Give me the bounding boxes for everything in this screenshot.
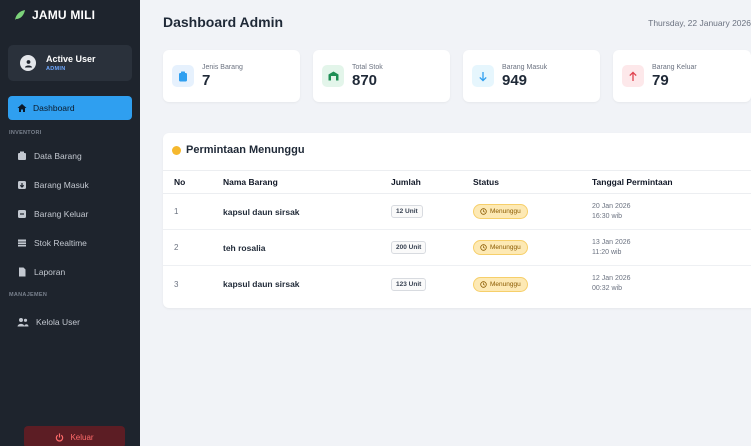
clock-icon xyxy=(480,280,487,288)
status-badge: Menunggu xyxy=(473,240,528,255)
stat-card-jenis-barang: Jenis Barang 7 xyxy=(163,50,300,102)
sidebar-item-label: Kelola User xyxy=(36,317,80,327)
row-no: 2 xyxy=(174,243,179,252)
arrow-in-icon xyxy=(18,181,26,189)
col-header-nama: Nama Barang xyxy=(223,177,278,187)
pending-dot-icon xyxy=(172,145,181,155)
arrow-up-icon xyxy=(622,65,644,87)
sidebar-item-barang-keluar[interactable]: Barang Keluar xyxy=(8,204,132,224)
status-text: Menunggu xyxy=(490,208,521,215)
boxes-icon xyxy=(18,151,26,160)
row-jumlah: 12 Unit xyxy=(391,205,423,218)
stat-value: 79 xyxy=(652,72,669,89)
stat-label: Total Stok xyxy=(352,64,383,71)
sidebar-item-kelola-user[interactable]: Kelola User xyxy=(8,312,132,332)
card-title: Permintaan Menunggu xyxy=(172,144,305,156)
sidebar: JAMU MILI Active User ADMIN Dashboard IN… xyxy=(0,0,140,446)
card-title-text: Permintaan Menunggu xyxy=(186,144,305,156)
sidebar-item-barang-masuk[interactable]: Barang Masuk xyxy=(8,175,132,195)
leaf-icon xyxy=(15,10,25,20)
stat-card-total-stok: Total Stok 870 xyxy=(313,50,450,102)
sidebar-item-stok-realtime[interactable]: Stok Realtime xyxy=(8,233,132,253)
row-jumlah: 200 Unit xyxy=(391,241,427,254)
row-jam: 00:32 wib xyxy=(592,285,622,292)
sidebar-item-dashboard[interactable]: Dashboard xyxy=(8,96,132,120)
user-name: Active User xyxy=(46,53,96,64)
clock-icon xyxy=(480,244,487,251)
row-tanggal: 13 Jan 2026 xyxy=(592,238,631,246)
user-role: ADMIN xyxy=(46,65,66,72)
sidebar-item-label: Laporan xyxy=(34,267,66,277)
section-label-manajemen: MANAJEMEN xyxy=(9,292,48,298)
stat-value: 870 xyxy=(352,72,378,89)
logout-label: Keluar xyxy=(70,432,94,442)
status-text: Menunggu xyxy=(490,244,521,251)
warehouse-icon xyxy=(18,239,26,247)
col-header-jumlah: Jumlah xyxy=(391,177,421,187)
table-header: No Nama Barang Jumlah Status Tanggal Per… xyxy=(163,170,751,194)
col-header-tanggal: Tanggal Permintaan xyxy=(592,177,673,187)
row-jam: 11:20 wib xyxy=(592,248,622,256)
current-date: Thursday, 22 January 2026 xyxy=(648,18,751,28)
arrow-out-icon xyxy=(18,210,26,218)
stat-card-barang-masuk: Barang Masuk 949 xyxy=(463,50,600,102)
col-header-no: No xyxy=(174,177,186,187)
table-row[interactable]: 3 kapsul daun sirsak 123 Unit Menunggu 1… xyxy=(163,266,751,302)
stat-label: Barang Masuk xyxy=(502,64,548,71)
sidebar-item-laporan[interactable]: Laporan xyxy=(8,262,132,282)
page-title: Dashboard Admin xyxy=(163,14,284,30)
stat-card-barang-keluar: Barang Keluar 79 xyxy=(613,50,751,102)
sidebar-item-label: Barang Masuk xyxy=(34,180,89,190)
logout-button[interactable]: Keluar xyxy=(24,426,125,446)
file-icon xyxy=(19,267,26,277)
row-tanggal: 12 Jan 2026 xyxy=(592,275,631,282)
stat-value: 7 xyxy=(202,72,211,89)
section-label-inventori: INVENTORI xyxy=(9,130,42,136)
row-tanggal: 20 Jan 2026 xyxy=(592,202,631,210)
clipboard-icon xyxy=(172,65,194,87)
row-nama: kapsul daun sirsak xyxy=(223,206,300,217)
sidebar-item-label: Barang Keluar xyxy=(34,209,89,219)
user-card: Active User ADMIN xyxy=(8,45,132,81)
sidebar-item-label: Stok Realtime xyxy=(34,238,87,248)
table-row[interactable]: 2 teh rosalia 200 Unit Menunggu 13 Jan 2… xyxy=(163,230,751,266)
status-badge: Menunggu xyxy=(473,204,528,219)
user-avatar-icon xyxy=(20,55,36,71)
power-icon xyxy=(56,432,64,441)
arrow-down-icon xyxy=(472,65,494,87)
row-no: 1 xyxy=(174,207,179,216)
warehouse-icon xyxy=(322,65,344,87)
sidebar-item-label: Data Barang xyxy=(34,151,82,161)
sidebar-item-label: Dashboard xyxy=(33,103,75,113)
pending-requests-card: Permintaan Menunggu No Nama Barang Jumla… xyxy=(163,133,751,308)
brand-name: JAMU MILI xyxy=(32,8,96,22)
table-row[interactable]: 1 kapsul daun sirsak 12 Unit Menunggu 20… xyxy=(163,194,751,230)
row-jam: 16:30 wib xyxy=(592,212,622,220)
sidebar-item-data-barang[interactable]: Data Barang xyxy=(8,146,132,166)
home-icon xyxy=(17,104,27,112)
clock-icon xyxy=(480,208,487,215)
row-no: 3 xyxy=(174,279,179,289)
row-nama: teh rosalia xyxy=(223,242,266,253)
brand[interactable]: JAMU MILI xyxy=(14,8,95,22)
stat-value: 949 xyxy=(502,72,528,89)
users-icon xyxy=(17,318,29,327)
row-jumlah: 123 Unit xyxy=(391,277,427,291)
status-text: Menunggu xyxy=(490,280,521,288)
status-badge: Menunggu xyxy=(473,276,528,292)
stat-label: Jenis Barang xyxy=(202,64,243,71)
col-header-status: Status xyxy=(473,177,499,187)
stat-label: Barang Keluar xyxy=(652,64,697,71)
row-nama: kapsul daun sirsak xyxy=(223,279,300,289)
